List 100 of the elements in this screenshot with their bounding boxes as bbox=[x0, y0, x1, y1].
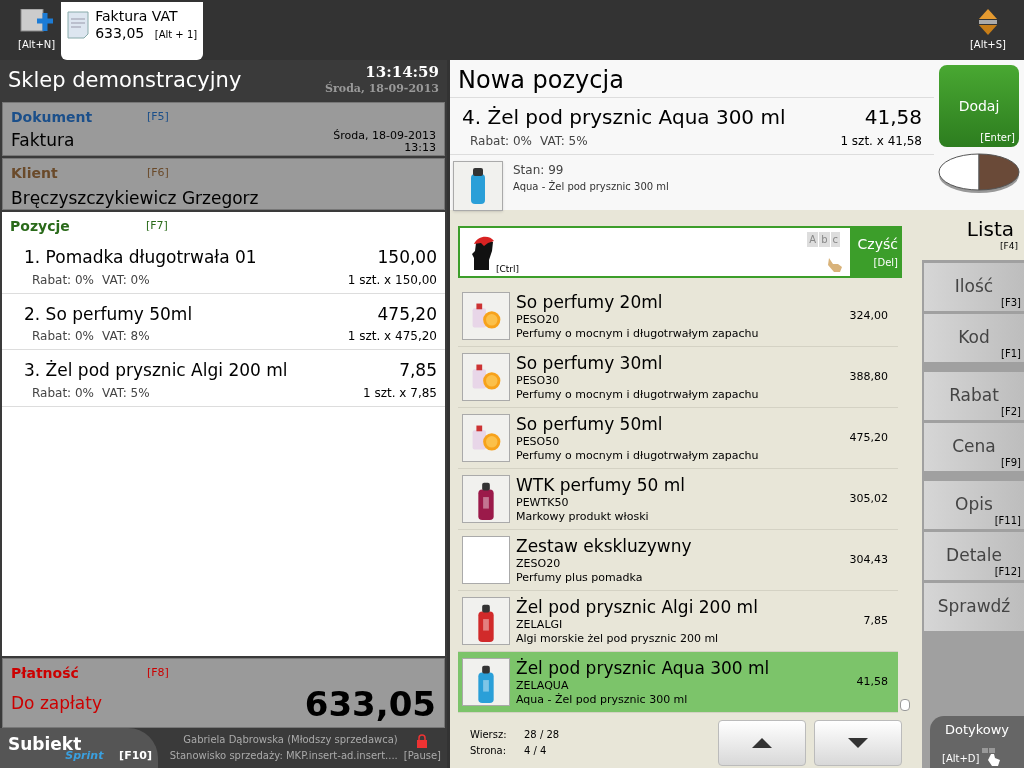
shortcut-label: [F4] bbox=[1000, 240, 1018, 253]
page-label: Strona: bbox=[470, 744, 508, 758]
user-label: Gabriela Dąbrowska (Młodszy sprzedawca) bbox=[183, 733, 398, 747]
discount-label: Rabat: 0% bbox=[32, 384, 95, 402]
client-section[interactable]: Klient [F6] Bręczyszczykiewicz Grzegorz bbox=[2, 158, 445, 210]
page-value: 4 / 4 bbox=[524, 744, 548, 758]
product-row[interactable]: WTK perfumy 50 ml PEWTK50 Markowy produkt włoski 305,02 bbox=[458, 469, 898, 530]
half-circle-icon[interactable] bbox=[938, 151, 1020, 195]
product-description: Markowy produkt włoski bbox=[516, 509, 650, 524]
head-icon bbox=[470, 234, 496, 270]
document-time: 13:13 bbox=[404, 141, 436, 154]
page-up-button[interactable] bbox=[718, 720, 806, 766]
product-row[interactable]: So perfumy 30ml PESO30 Perfumy o mocnym i długotrwałym zapachu 388,80 bbox=[458, 347, 898, 408]
side-button[interactable]: Cena [F9] bbox=[924, 423, 1024, 471]
vat-label: VAT: 5% bbox=[540, 133, 588, 150]
product-code: ZELALGI bbox=[516, 617, 564, 632]
product-description: Perfumy o mocnym i długotrwałym zapachu bbox=[516, 326, 760, 341]
discount-label: Rabat: 0% bbox=[470, 133, 533, 150]
shortcut-label: [F8] bbox=[147, 665, 169, 682]
side-button[interactable]: Opis [F11] bbox=[924, 481, 1024, 529]
amount-due: 633,05 bbox=[304, 684, 436, 724]
vat-label: VAT: 0% bbox=[102, 271, 150, 289]
side-button[interactable]: Rabat [F2] bbox=[924, 372, 1024, 420]
letter-key: A bbox=[807, 232, 819, 247]
position-price: 7,85 bbox=[399, 359, 437, 382]
product-row[interactable]: So perfumy 50ml PESO50 Perfumy o mocnym i długotrwałym zapachu 475,20 bbox=[458, 408, 898, 469]
up-arrow-icon bbox=[752, 738, 772, 748]
quantity-label: 1 szt. x 475,20 bbox=[347, 328, 437, 345]
row-value: 28 / 28 bbox=[524, 728, 560, 742]
product-name: WTK perfumy 50 ml bbox=[516, 474, 687, 496]
product-name: So perfumy 30ml bbox=[516, 352, 664, 374]
product-name: So perfumy 20ml bbox=[516, 291, 664, 313]
discount-label: Rabat: 0% bbox=[32, 271, 95, 289]
product-price: 475,20 bbox=[849, 429, 888, 446]
search-field[interactable]: [Ctrl] A b c bbox=[458, 226, 852, 278]
clock-time: 13:14:59 bbox=[365, 64, 439, 82]
down-arrow-icon bbox=[848, 738, 868, 748]
product-description: Aqua - Żel pod prysznic 300 ml bbox=[516, 692, 689, 707]
shortcut-label: [F5] bbox=[147, 109, 169, 126]
document-section[interactable]: Dokument [F5] Faktura Środa, 18-09-2013 13:13 bbox=[2, 102, 445, 156]
product-row[interactable]: Żel pod prysznic Aqua 300 ml ZELAQUA Aqua - Żel pod prysznic 300 ml 41,58 bbox=[458, 652, 898, 713]
station-label: Stanowisko sprzedaży: MKP.insert-ad.insert.... bbox=[169, 749, 398, 763]
quantity-label: 1 szt. x 150,00 bbox=[347, 271, 437, 289]
product-price: 305,02 bbox=[849, 490, 888, 507]
quantity-label: 1 szt. x 41,58 bbox=[840, 133, 922, 150]
product-thumbnail bbox=[462, 536, 510, 584]
switch-button[interactable]: [Alt+S] bbox=[969, 7, 1006, 52]
payment-section[interactable]: Płatność [F8] Do zapłaty 633,05 bbox=[2, 658, 445, 728]
product-description: Perfumy o mocnym i długotrwałym zapachu bbox=[516, 448, 760, 463]
product-row[interactable]: Zestaw ekskluzywny ZESO20 Perfumy plus pomadka 304,43 bbox=[458, 530, 898, 591]
product-name: Zestaw ekskluzywny bbox=[516, 535, 693, 557]
quantity-label: 1 szt. x 7,85 bbox=[363, 384, 437, 402]
product-description: Algi morskie żel pod prysznic 200 ml bbox=[516, 631, 720, 646]
product-code: PEWTK50 bbox=[516, 495, 570, 510]
document-label: Dokument bbox=[11, 108, 94, 127]
positions-label: Pozycje bbox=[10, 217, 71, 236]
amount-due-label: Do zapłaty bbox=[11, 692, 102, 716]
product-price: 7,85 bbox=[863, 612, 888, 629]
side-button[interactable]: Detale [F12] bbox=[924, 532, 1024, 580]
new-document-button[interactable]: [Alt+N] bbox=[18, 9, 56, 52]
add-button[interactable]: Dodaj [Enter] bbox=[939, 65, 1019, 147]
product-name: So perfumy 50ml bbox=[516, 413, 664, 435]
position-name: 3. Żel pod prysznic Algi 200 ml bbox=[24, 359, 288, 382]
document-date: Środa, 18-09-2013 bbox=[333, 129, 436, 142]
letter-key: b bbox=[819, 232, 830, 247]
shortcut-label: [F7] bbox=[146, 218, 168, 235]
product-code: ZELAQUA bbox=[516, 678, 570, 693]
product-description: Perfumy plus pomadka bbox=[516, 570, 644, 585]
pause-button[interactable]: [Pause] bbox=[403, 733, 447, 763]
discount-label: Rabat: 0% bbox=[32, 328, 95, 345]
touch-icon bbox=[982, 748, 1002, 766]
position-price: 150,00 bbox=[377, 246, 437, 269]
product-price: 41,58 bbox=[856, 673, 888, 690]
store-name: Sklep demonstracyjny bbox=[8, 67, 242, 95]
hand-icon bbox=[826, 256, 844, 272]
touch-mode-button[interactable]: Dotykowy [Alt+D] bbox=[930, 716, 1024, 768]
position-price: 41,58 bbox=[864, 104, 922, 131]
product-row[interactable]: So perfumy 20ml PESO20 Perfumy o mocnym i długotrwałym zapachu 324,00 bbox=[458, 286, 898, 347]
clock-date: Środa, 18-09-2013 bbox=[325, 81, 439, 98]
product-code: ZESO20 bbox=[516, 556, 562, 571]
product-code: PESO50 bbox=[516, 434, 561, 449]
vat-label: VAT: 8% bbox=[102, 328, 150, 345]
page-down-button[interactable] bbox=[814, 720, 902, 766]
row-label: Wiersz: bbox=[470, 728, 508, 742]
logo-button[interactable]: Subiekt Sprint [F10] bbox=[0, 728, 158, 768]
position-name: 4. Żel pod prysznic Aqua 300 ml bbox=[462, 104, 786, 131]
product-description: Aqua - Żel pod prysznic 300 ml bbox=[513, 179, 669, 194]
position-name: 2. So perfumy 50ml bbox=[24, 302, 193, 326]
side-button[interactable]: Ilość [F3] bbox=[924, 263, 1024, 311]
document-tab[interactable]: Faktura VAT 633,05 [Alt + 1] bbox=[61, 2, 204, 60]
product-description: Perfumy o mocnym i długotrwałym zapachu bbox=[516, 387, 760, 402]
document-icon bbox=[67, 11, 90, 39]
side-button[interactable]: Sprawdź bbox=[924, 583, 1024, 631]
product-code: PESO30 bbox=[516, 373, 561, 388]
position-name: 1. Pomadka długotrwała 01 bbox=[24, 246, 257, 269]
client-label: Klient bbox=[11, 164, 59, 183]
payment-label: Płatność bbox=[11, 664, 80, 683]
vat-label: VAT: 5% bbox=[102, 384, 150, 402]
side-button[interactable]: Kod [F1] bbox=[924, 314, 1024, 362]
scrollbar-thumb[interactable] bbox=[900, 699, 910, 711]
